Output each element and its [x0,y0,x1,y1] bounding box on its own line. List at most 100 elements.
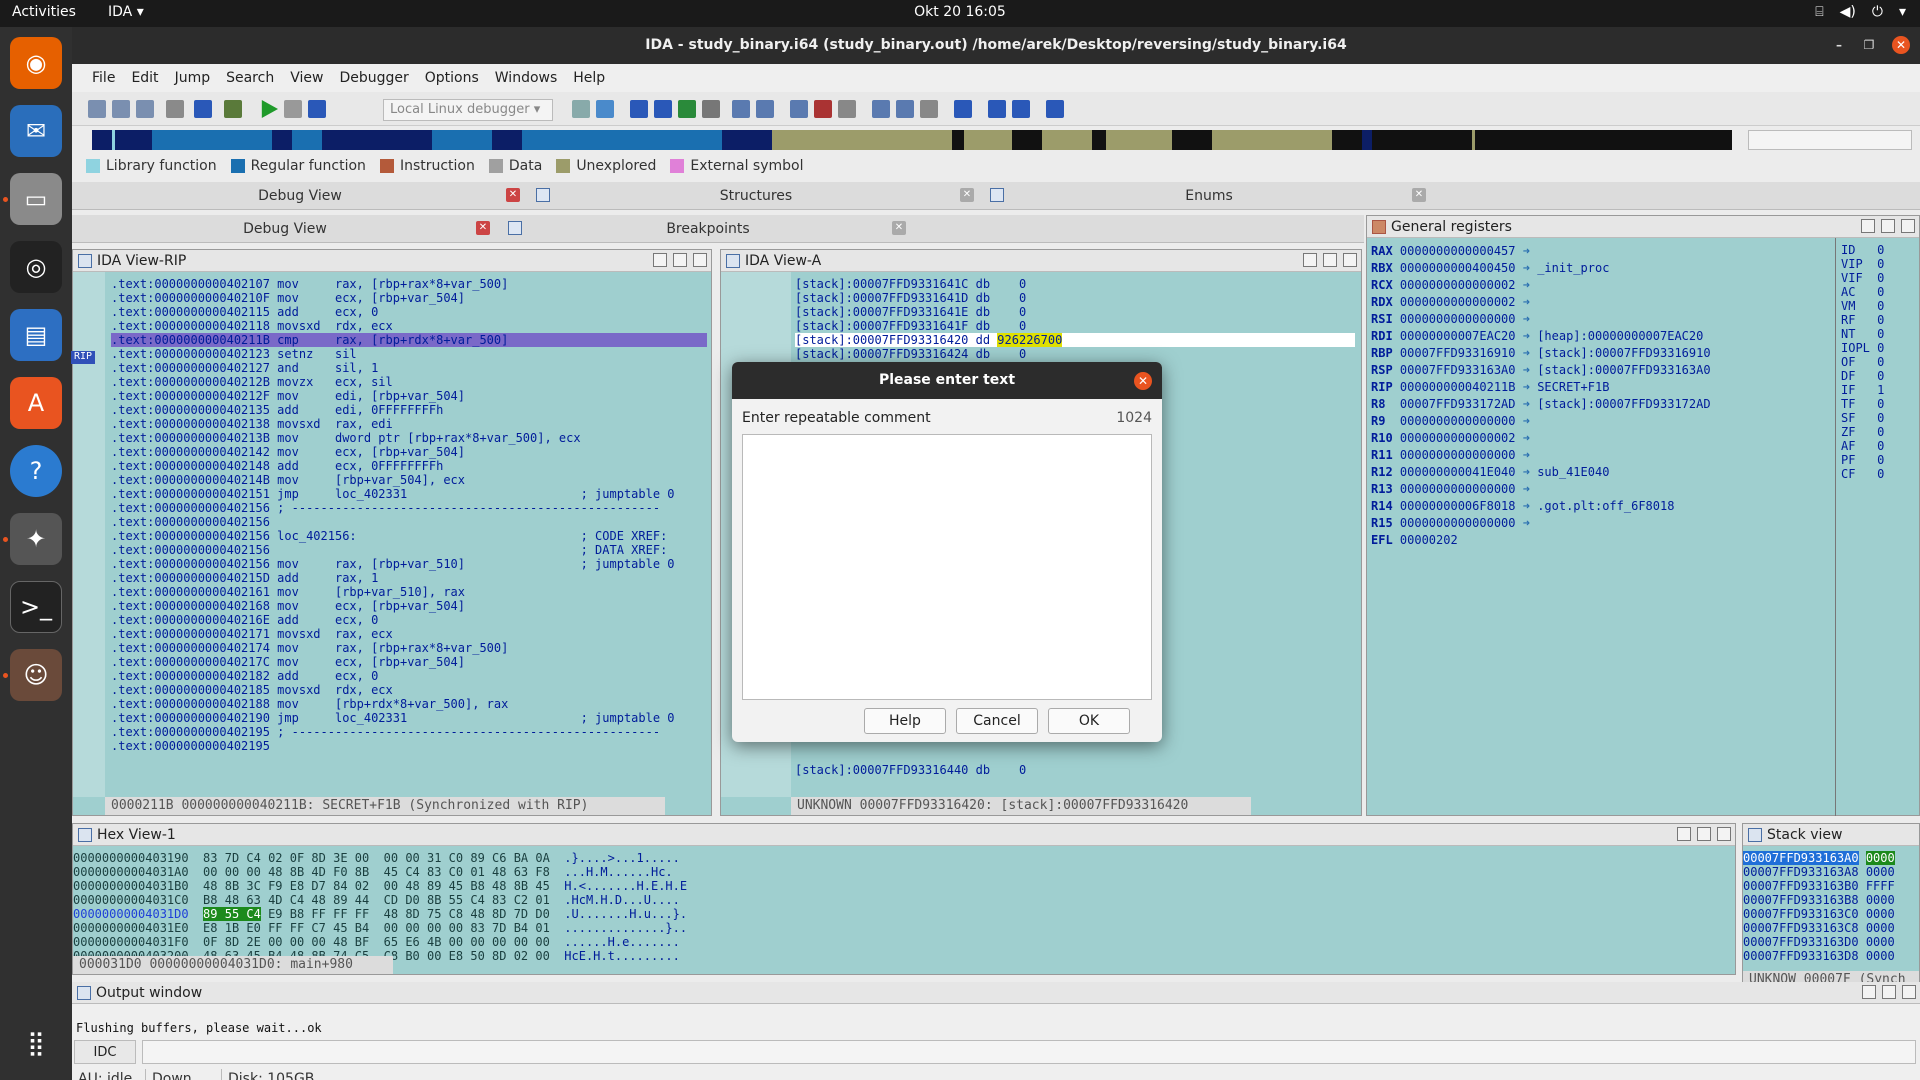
code-line[interactable]: .text:0000000000402138 movsxd rax, edi [111,417,707,431]
menu-debugger[interactable]: Debugger [331,64,416,92]
flag-row[interactable]: PF 0 [1841,453,1919,467]
register-reference[interactable]: [heap]:00000000007EAC20 [1537,329,1703,343]
stack-row[interactable]: 00007FFD933163D0 0000 [1743,935,1919,949]
stack-row[interactable]: 00007FFD933163C0 0000 [1743,907,1919,921]
arrow-down-icon[interactable] [194,100,212,118]
hex-row[interactable]: 00000000004031B0 48 8B 3C F9 E8 D7 84 02… [73,879,1723,893]
stack-row[interactable]: 00007FFD933163B8 0000 [1743,893,1919,907]
float-icon[interactable] [1861,219,1875,233]
menu-edit[interactable]: Edit [123,64,166,92]
close-icon[interactable]: ✕ [960,188,974,202]
disassembly-listing[interactable]: .text:0000000000402107 mov rax, [rbp+rax… [111,277,707,797]
register-row[interactable]: R9 0000000000000000 ➜ [1371,413,1831,430]
code-line[interactable]: .text:0000000000402115 add ecx, 0 [111,305,707,319]
code-line[interactable]: .text:0000000000402123 setnz sil [111,347,707,361]
restore-icon[interactable] [1882,985,1896,999]
close-icon[interactable] [693,253,707,267]
hex-icon[interactable] [872,100,890,118]
register-row[interactable]: R11 0000000000000000 ➜ [1371,447,1831,464]
jump-arrow-icon[interactable]: ➜ [1516,397,1538,411]
register-row[interactable]: RDX 0000000000000002 ➜ [1371,294,1831,311]
code-line[interactable]: [stack]:00007FFD9331641E db 0 [795,305,1355,319]
stack-row[interactable]: 00007FFD933163C8 0000 [1743,921,1919,935]
jump-arrow-icon[interactable]: ➜ [1516,244,1538,258]
register-row[interactable]: RCX 0000000000000002 ➜ [1371,277,1831,294]
jump-arrow-icon[interactable]: ➜ [1516,261,1538,275]
menu-options[interactable]: Options [417,64,487,92]
hex-row[interactable]: 00000000004031F0 0F 8D 2E 00 00 00 48 BF… [73,935,1723,949]
register-row[interactable]: RBX 0000000000400450 ➜ _init_proc [1371,260,1831,277]
clear-trace-icon[interactable] [838,100,856,118]
stack-listing-line[interactable]: [stack]:00007FFD93316440 db 0 [795,763,1355,777]
close-icon[interactable]: ✕ [476,221,490,235]
maximize-icon[interactable]: ❐ [1860,36,1878,54]
code-line[interactable]: .text:000000000040216E add ecx, 0 [111,613,707,627]
attach-icon[interactable] [572,100,590,118]
stop-icon[interactable] [308,100,326,118]
menu-file[interactable]: File [84,64,123,92]
comment-input[interactable] [742,434,1152,700]
register-row[interactable]: RSP 00007FFD933163A0 ➜ [stack]:00007FFD9… [1371,362,1831,379]
print-icon[interactable] [166,100,184,118]
jump-arrow-icon[interactable]: ➜ [1516,465,1538,479]
names-icon[interactable] [988,100,1006,118]
code-line[interactable]: .text:000000000040214B mov [rbp+var_504]… [111,473,707,487]
flag-row[interactable]: AC 0 [1841,285,1919,299]
flag-row[interactable]: VIF 0 [1841,271,1919,285]
register-reference[interactable]: [stack]:00007FFD933163A0 [1537,363,1710,377]
restore-icon[interactable] [1697,827,1711,841]
start-debug-icon[interactable] [261,100,278,118]
flag-row[interactable]: ZF 0 [1841,425,1919,439]
hex-row[interactable]: 00000000004031E0 E8 1B E0 FF FF C7 45 B4… [73,921,1723,935]
code-line[interactable]: .text:0000000000402156 mov rax, [rbp+var… [111,557,707,571]
code-line[interactable]: .text:000000000040211B cmp rax, [rbp+rdx… [111,333,707,347]
step-into-icon[interactable] [630,100,648,118]
navigation-select[interactable] [1748,130,1912,150]
jump-arrow-icon[interactable]: ➜ [1516,414,1538,428]
step-over-icon[interactable] [654,100,672,118]
menu-help[interactable]: Help [565,64,613,92]
register-list[interactable]: RAX 0000000000000457 ➜ RBX 0000000000400… [1371,243,1831,803]
ida-icon[interactable]: ✦ [10,513,62,565]
remove-watch-icon[interactable] [920,100,938,118]
restore-icon[interactable] [1323,253,1337,267]
strings-icon[interactable] [1046,100,1064,118]
flag-row[interactable]: SF 0 [1841,411,1919,425]
restore-icon[interactable] [673,253,687,267]
flag-row[interactable]: NT 0 [1841,327,1919,341]
minimize-icon[interactable]: – [1830,36,1848,54]
stack-row[interactable]: 00007FFD933163A0 0000 [1743,851,1919,865]
jump-arrow-icon[interactable]: ➜ [1516,516,1538,530]
writer-icon[interactable]: ▤ [10,309,62,361]
hex-dump[interactable]: 0000000000403190 83 7D C4 02 0F 8D 3E 00… [73,851,1723,961]
files-icon[interactable]: ▭ [10,173,62,225]
register-row[interactable]: R12 000000000041E040 ➜ sub_41E040 [1371,464,1831,481]
jump-arrow-icon[interactable]: ➜ [1516,448,1538,462]
code-line[interactable]: .text:0000000000402142 mov ecx, [rbp+var… [111,445,707,459]
jump-arrow-icon[interactable]: ➜ [1516,431,1538,445]
cancel-button[interactable]: Cancel [956,708,1038,734]
register-row[interactable]: RSI 0000000000000000 ➜ [1371,311,1831,328]
register-row[interactable]: R8 00007FFD933172AD ➜ [stack]:00007FFD93… [1371,396,1831,413]
code-line[interactable]: [stack]:00007FFD9331641C db 0 [795,277,1355,291]
jump-arrow-icon[interactable]: ➜ [1516,329,1538,343]
code-line[interactable]: .text:000000000040210F mov ecx, [rbp+var… [111,291,707,305]
code-line[interactable]: .text:0000000000402174 mov rax, [rbp+rax… [111,641,707,655]
register-reference[interactable]: _init_proc [1537,261,1609,275]
code-line[interactable]: [stack]:00007FFD93316420 dd 926226700 [795,333,1355,347]
register-reference[interactable]: SECRET+F1B [1537,380,1609,394]
jump-arrow-icon[interactable]: ➜ [1516,482,1538,496]
flag-row[interactable]: AF 0 [1841,439,1919,453]
close-icon[interactable]: ✕ [506,188,520,202]
jump-arrow-icon[interactable]: ➜ [1516,312,1538,326]
restore-icon[interactable] [1881,219,1895,233]
flag-row[interactable]: CF 0 [1841,467,1919,481]
code-line[interactable]: [stack]:00007FFD9331641D db 0 [795,291,1355,305]
register-row[interactable]: RDI 00000000007EAC20 ➜ [heap]:0000000000… [1371,328,1831,345]
clock[interactable]: Okt 20 16:05 [0,4,1920,20]
code-line[interactable]: .text:000000000040213B mov dword ptr [rb… [111,431,707,445]
close-icon[interactable] [1901,219,1915,233]
float-icon[interactable] [1862,985,1876,999]
copy-icon[interactable] [136,100,154,118]
code-line[interactable]: .text:0000000000402195 ; ---------------… [111,725,707,739]
